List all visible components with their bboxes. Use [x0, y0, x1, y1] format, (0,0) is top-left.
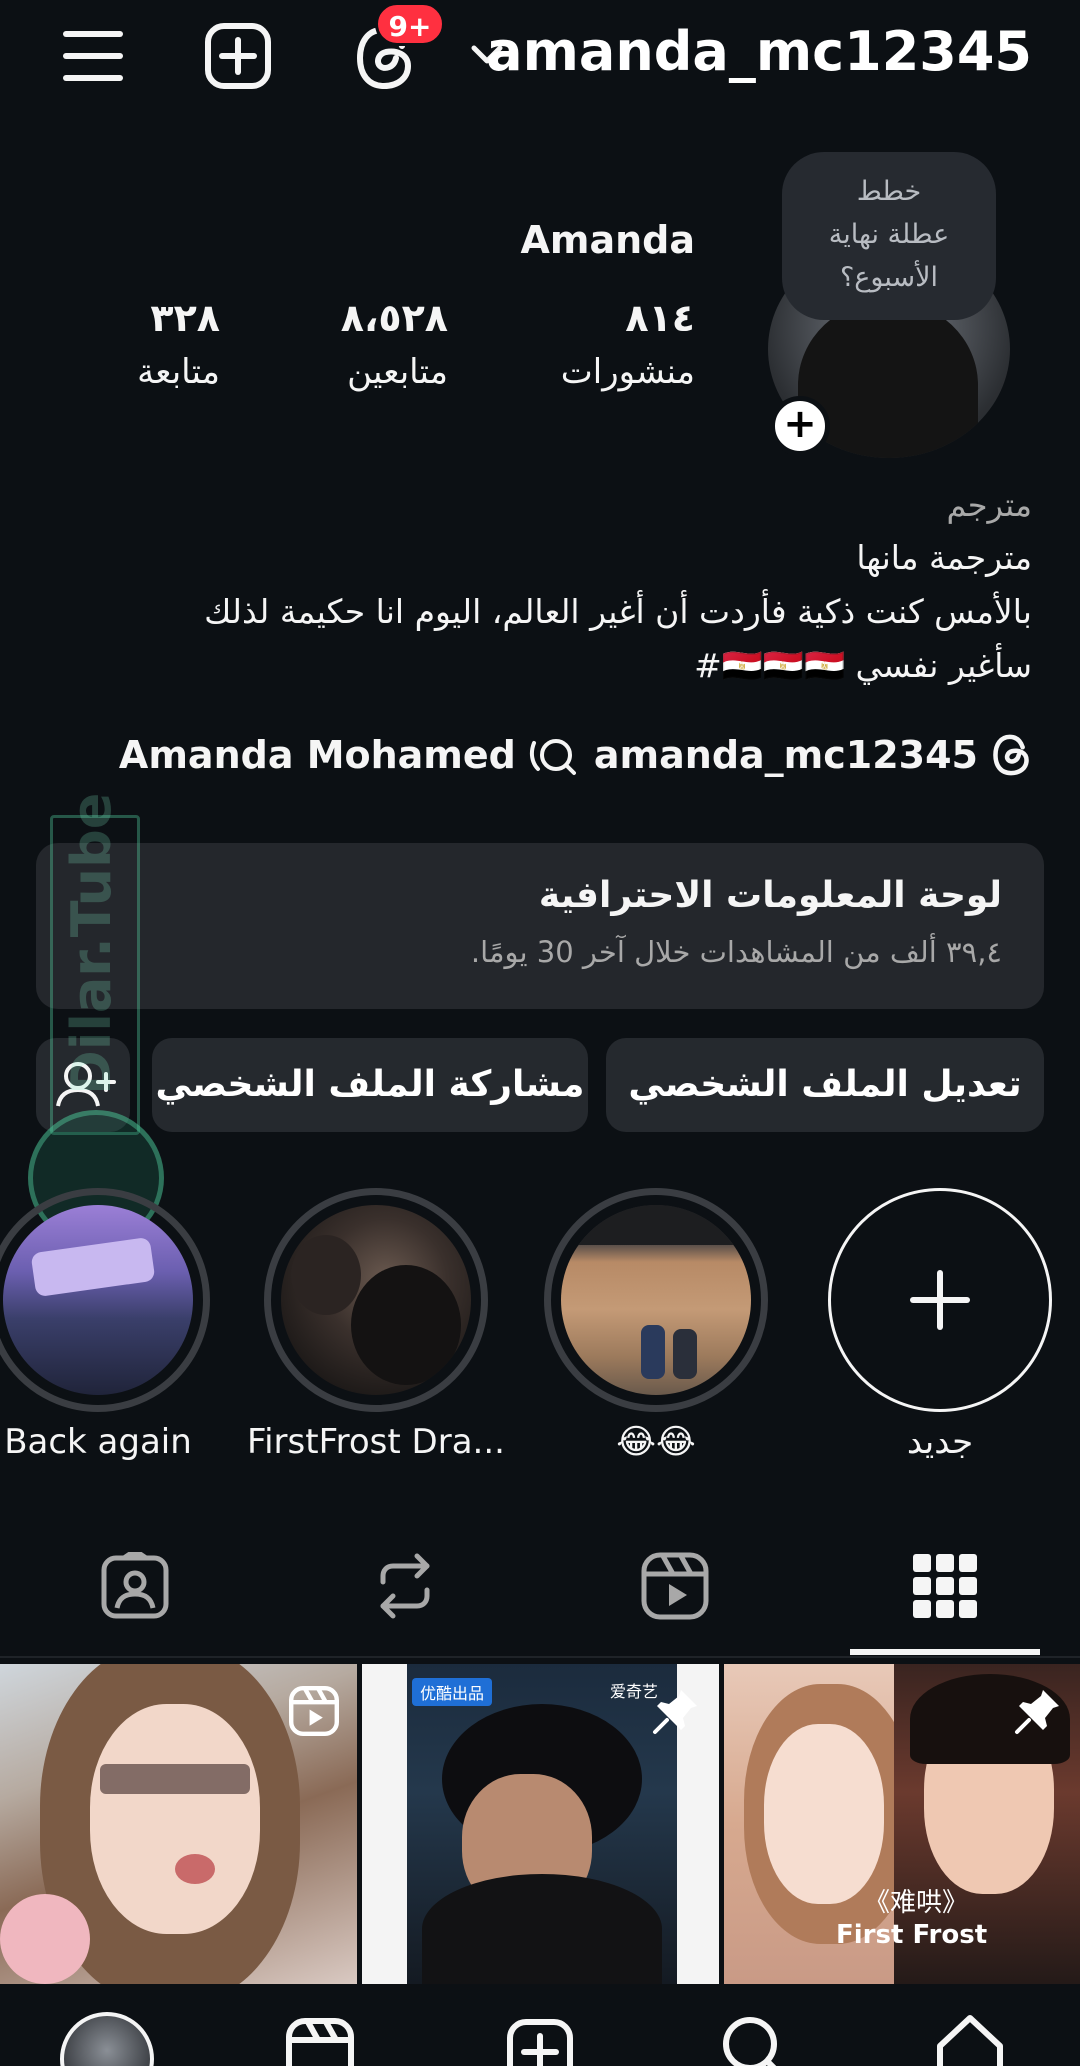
threads-link[interactable]: amanda_mc12345 [594, 733, 1032, 777]
note-line: عطلة نهاية [828, 219, 950, 250]
highlight-cover [264, 1188, 488, 1412]
tab-selected-indicator [850, 1649, 1040, 1655]
pin-icon [1013, 1686, 1063, 1736]
watermark-text: Dilar.Tube [60, 792, 123, 1095]
pin-icon [651, 1686, 701, 1736]
stat-value: ٨،٥٢٨ [340, 296, 448, 340]
nav-create-icon[interactable] [506, 2018, 574, 2066]
nav-search-icon[interactable] [720, 2014, 788, 2066]
linked-profile-link[interactable]: Amanda Mohamed [119, 733, 576, 777]
account-switcher-username[interactable]: amanda_mc12345 [486, 20, 1032, 83]
tab-reposts[interactable] [270, 1522, 540, 1658]
bio-line: سأغير نفسي 🇪🇬🇪🇬🇪🇬# [694, 646, 1032, 685]
tab-divider [0, 1656, 1080, 1658]
grid-post[interactable]: 优酷出品 爱奇艺 [362, 1664, 719, 1984]
highlight-label: Back again [4, 1422, 192, 1462]
highlight-cover [544, 1188, 768, 1412]
dashboard-title: لوحة المعلومات الاحترافية [538, 875, 1002, 916]
grid-post-caption: First Frost [836, 1920, 988, 1950]
threads-handle: amanda_mc12345 [593, 733, 978, 777]
grid-icon [913, 1554, 977, 1618]
share-profile-button[interactable]: مشاركة الملف الشخصي [152, 1038, 588, 1132]
bio-category: مترجم [946, 486, 1032, 524]
note-line: خطط [856, 176, 922, 207]
reel-icon [289, 1686, 339, 1736]
grid-post[interactable]: 《难哄》 First Frost [724, 1664, 1080, 1984]
nav-profile-avatar[interactable] [60, 2012, 154, 2066]
grid-post-text: 优酷出品 [412, 1678, 493, 1706]
stat-label: منشورات [560, 352, 695, 392]
highlight-cover [0, 1188, 210, 1412]
note-line: الأسبوع؟ [839, 262, 939, 293]
stat-posts[interactable]: ٨١٤ منشورات [561, 296, 695, 392]
stat-value: ٨١٤ [625, 296, 695, 340]
linked-profile-icon [528, 733, 576, 777]
professional-dashboard[interactable]: لوحة المعلومات الاحترافية ٣٩,٤ ألف من ال… [36, 843, 1044, 1009]
plus-icon [910, 1270, 970, 1330]
top-bar: 9+ amanda_mc12345 [0, 0, 1080, 115]
highlight-new-circle [828, 1188, 1052, 1412]
tab-tagged[interactable] [0, 1522, 270, 1658]
create-post-icon[interactable] [204, 22, 272, 90]
grid-post[interactable] [0, 1664, 357, 1984]
dashboard-subtitle: ٣٩,٤ ألف من المشاهدات خلال آخر 30 يومًا. [470, 935, 1002, 969]
display-name: Amanda [520, 218, 695, 262]
stat-label: متابعين [347, 352, 448, 392]
repost-icon [380, 1553, 430, 1619]
tab-reels[interactable] [540, 1522, 810, 1658]
linked-profile-name: Amanda Mohamed [118, 733, 516, 777]
profile-links: amanda_mc12345 Amanda Mohamed [119, 730, 1032, 780]
menu-icon[interactable] [62, 28, 124, 84]
note-bubble[interactable]: خطط عطلة نهاية الأسبوع؟ [782, 152, 996, 320]
reels-icon [641, 1552, 709, 1620]
tab-posts-grid[interactable] [810, 1522, 1080, 1658]
bottom-nav [0, 1984, 1080, 2066]
bio-line: بالأمس كنت ذكية فأردت أن أغير العالم، ال… [204, 592, 1032, 631]
profile-tabs [0, 1522, 1080, 1658]
stat-following[interactable]: ٣٢٨ متابعة [137, 296, 220, 392]
nav-reels-icon[interactable] [286, 2018, 354, 2066]
grid-post-caption: 《难哄》 [864, 1888, 969, 1918]
nav-home-icon[interactable] [934, 2012, 1006, 2066]
add-story-button[interactable]: + [770, 396, 830, 456]
stat-followers[interactable]: ٨،٥٢٨ متابعين [341, 296, 448, 392]
threads-link-icon [990, 733, 1032, 777]
stat-value: ٣٢٨ [150, 296, 220, 340]
stat-label: متابعة [137, 352, 220, 392]
bio-line: مترجمة مانها [856, 538, 1032, 577]
edit-profile-button[interactable]: تعديل الملف الشخصي [606, 1038, 1044, 1132]
notification-badge: 9+ [375, 2, 445, 46]
tagged-icon [101, 1552, 169, 1619]
